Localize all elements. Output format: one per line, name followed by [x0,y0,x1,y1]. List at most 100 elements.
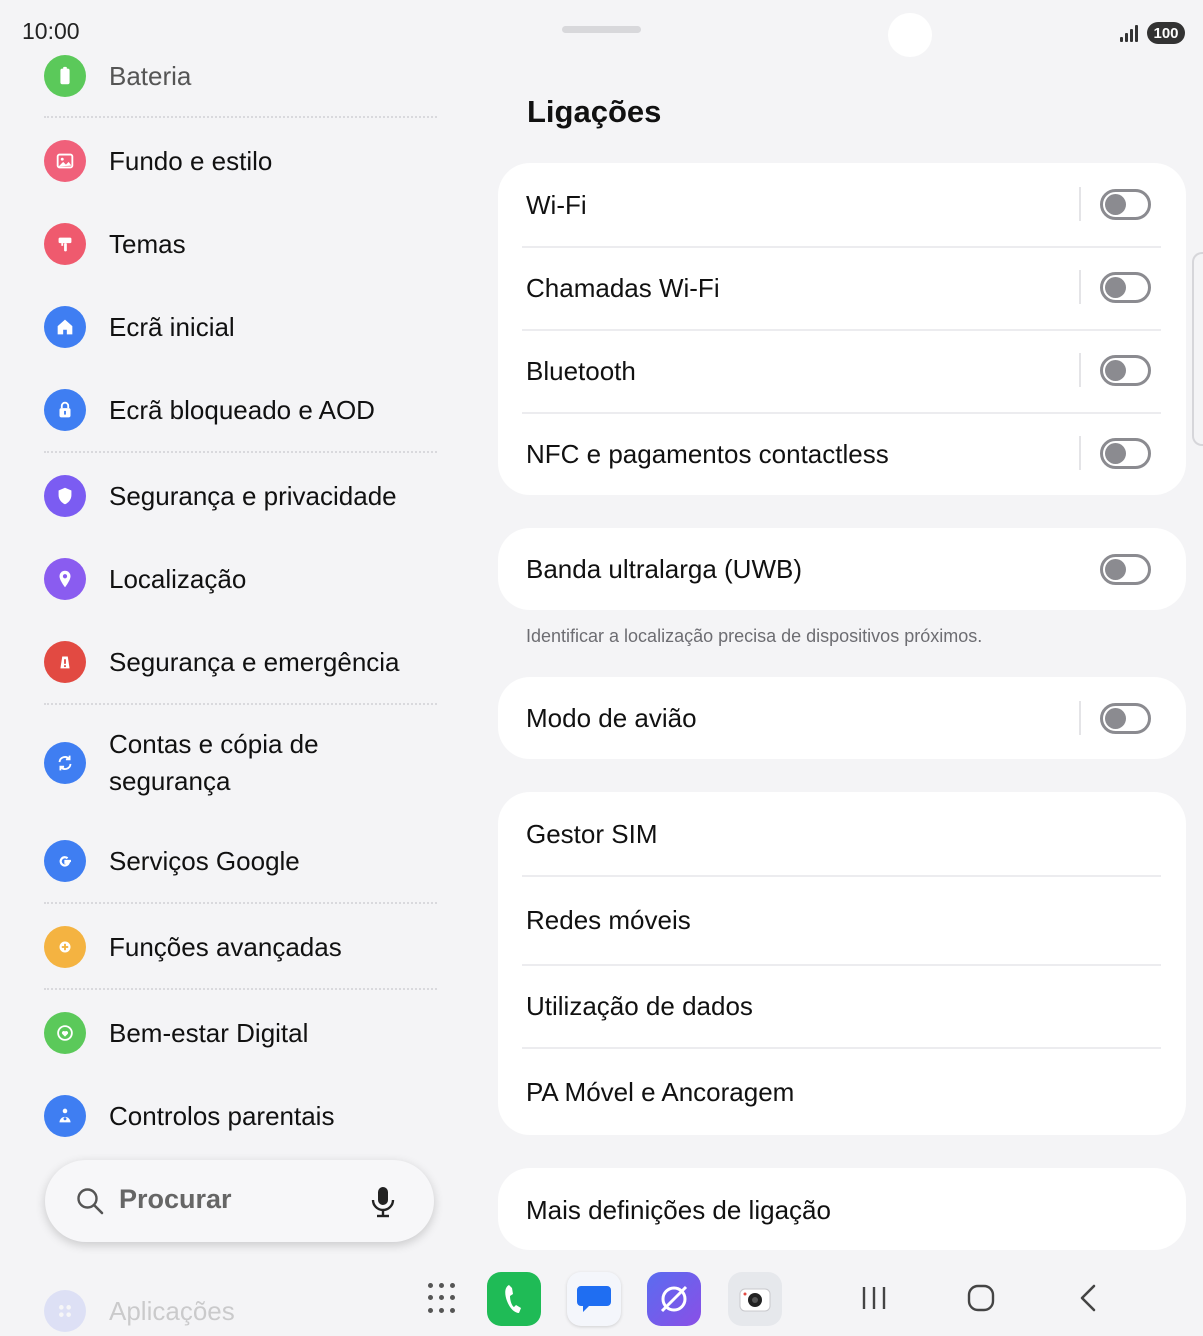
wallpaper-icon [44,140,86,182]
parental-controls-icon [44,1095,86,1137]
sidebar-item-label: Temas [109,228,186,259]
microphone-icon[interactable] [370,1185,396,1224]
divider [44,988,437,990]
nfc-toggle[interactable] [1100,438,1151,469]
sidebar-item-label: Bateria [109,60,192,91]
sidebar-item-digital-wellbeing[interactable]: Bem-estar Digital [44,1012,444,1054]
divider [522,246,1161,248]
data-usage-label: Utilização de dados [526,990,753,1021]
connections-card: Wi-Fi Chamadas Wi-Fi Bluetooth NFC e pag… [498,163,1186,495]
sidebar-item-google[interactable]: Serviços Google [44,840,444,882]
sidebar-item-safety-emergency[interactable]: Segurança e emergência [44,641,444,683]
divider [522,412,1161,414]
divider [1079,187,1081,221]
uwb-label: Banda ultralarga (UWB) [526,553,802,584]
sidebar-item-label: Localização [109,563,247,594]
battery-indicator: 100 [1147,22,1185,44]
messages-app-icon[interactable] [567,1272,621,1326]
sidebar-item-label: Funções avançadas [109,931,342,962]
advanced-features-icon [44,926,86,968]
sim-manager-row[interactable]: Gestor SIM [526,816,1186,852]
sidebar-item-apps[interactable]: Aplicações [44,1290,235,1332]
divider [1079,270,1081,304]
lock-icon [44,389,86,431]
wifi-toggle[interactable] [1100,189,1151,220]
wifi-calling-row[interactable]: Chamadas Wi-Fi [526,270,1186,306]
shield-icon [44,475,86,517]
wifi-calling-toggle[interactable] [1100,272,1151,303]
more-settings-row[interactable]: Mais definições de ligação [526,1192,1186,1228]
airplane-mode-toggle[interactable] [1100,703,1151,734]
page-title: Ligações [527,94,662,129]
wifi-calling-label: Chamadas Wi-Fi [526,272,720,303]
drag-handle[interactable] [562,26,641,33]
divider [44,451,437,453]
data-usage-row[interactable]: Utilização de dados [526,988,1186,1024]
wellbeing-icon [44,1012,86,1054]
sidebar-item-label-line2: segurança [109,766,231,796]
signal-icon [1120,24,1140,42]
bluetooth-toggle[interactable] [1100,355,1151,386]
scroll-indicator[interactable] [1192,252,1203,446]
apps-icon [44,1290,86,1332]
sidebar-item-label: Controlos parentais [109,1100,335,1131]
sim-manager-label: Gestor SIM [526,818,658,849]
hotspot-tethering-label: PA Móvel e Ancoragem [526,1076,795,1107]
uwb-toggle[interactable] [1100,554,1151,585]
sidebar-item-location[interactable]: Localização [44,558,444,600]
sidebar-item-security-privacy[interactable]: Segurança e privacidade [44,475,444,517]
sidebar-item-lock-screen[interactable]: Ecrã bloqueado e AOD [44,389,444,431]
camera-cutout [888,13,932,57]
bluetooth-row[interactable]: Bluetooth [526,353,1186,389]
back-icon[interactable] [1076,1282,1100,1319]
divider [44,902,437,904]
divider [522,329,1161,331]
divider [522,964,1161,966]
uwb-row[interactable]: Banda ultralarga (UWB) [526,551,1186,587]
uwb-card: Banda ultralarga (UWB) [498,528,1186,610]
more-settings-card[interactable]: Mais definições de ligação [498,1168,1186,1250]
wifi-label: Wi-Fi [526,189,587,220]
airplane-mode-row[interactable]: Modo de avião [526,700,1186,736]
divider [1079,436,1081,470]
sidebar-item-label: Aplicações [109,1295,235,1326]
search-bar[interactable]: Procurar [45,1160,434,1242]
bluetooth-label: Bluetooth [526,355,636,386]
hotspot-tethering-row[interactable]: PA Móvel e Ancoragem [526,1074,1186,1110]
recents-icon[interactable] [860,1282,888,1319]
sidebar-item-label: Serviços Google [109,845,300,876]
sidebar-item-label: Ecrã inicial [109,311,235,342]
home-icon[interactable] [966,1282,996,1319]
sidebar-item-label-line1: Contas e cópia de [109,729,319,759]
camera-app-icon[interactable] [728,1272,782,1326]
divider [44,703,437,705]
divider [44,116,437,118]
wifi-row[interactable]: Wi-Fi [526,187,1186,223]
more-settings-label: Mais definições de ligação [526,1194,831,1225]
app-drawer-icon[interactable] [428,1283,460,1315]
mobile-networks-row[interactable]: Redes móveis [526,902,1186,938]
mobile-networks-label: Redes móveis [526,904,691,935]
search-input[interactable]: Procurar [119,1184,232,1215]
divider [522,1047,1161,1049]
sidebar-item-wallpaper[interactable]: Fundo e estilo [44,140,444,182]
network-card: Gestor SIM Redes móveis Utilização de da… [498,792,1186,1135]
phone-app-icon[interactable] [487,1272,541,1326]
sidebar-item-label: Fundo e estilo [109,145,273,176]
sidebar-item-accounts-backup[interactable]: Contas e cópia de segurança [44,726,444,800]
sidebar-item-home-screen[interactable]: Ecrã inicial [44,306,444,348]
sidebar-item-parental-controls[interactable]: Controlos parentais [44,1095,444,1137]
nfc-row[interactable]: NFC e pagamentos contactless [526,436,1186,472]
sidebar-item-label: Segurança e emergência [109,646,400,677]
sidebar-item-label: Segurança e privacidade [109,480,397,511]
home-screen-icon [44,306,86,348]
airplane-mode-label: Modo de avião [526,702,697,733]
sidebar-item-themes[interactable]: Temas [44,223,444,265]
divider [1079,701,1081,735]
themes-icon [44,223,86,265]
internet-app-icon[interactable] [647,1272,701,1326]
sidebar-item-advanced-features[interactable]: Funções avançadas [44,926,444,968]
location-pin-icon [44,558,86,600]
sync-icon [44,742,86,784]
sidebar-item-battery[interactable]: Bateria [44,55,444,97]
